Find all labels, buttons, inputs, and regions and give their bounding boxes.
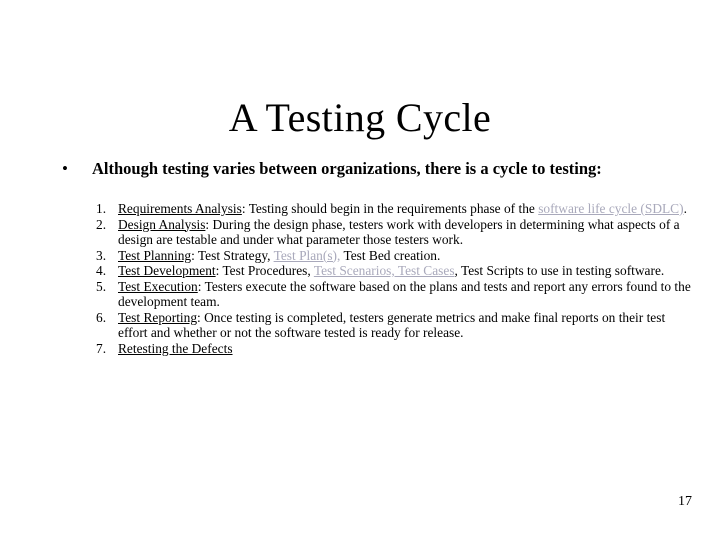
list-item-heading: Retesting the Defects bbox=[118, 340, 233, 356]
hyperlink[interactable]: Test Scenarios, Test Cases bbox=[314, 263, 455, 278]
list-item-separator: : bbox=[191, 247, 198, 263]
list-item-body: Requirements Analysis: Testing should be… bbox=[118, 201, 696, 217]
list-item: 3. Test Planning: Test Strategy, Test Pla… bbox=[96, 248, 696, 264]
list-item: 1. Requirements Analysis: Testing should … bbox=[96, 201, 696, 217]
list-item-heading: Requirements Analysis bbox=[118, 201, 242, 216]
list-item-number: 7. bbox=[96, 340, 107, 356]
list-item: 7. Retesting the Defects bbox=[96, 341, 696, 357]
list-item: 6. Test Reporting: Once testing is comple… bbox=[96, 310, 696, 341]
list-item-number: 3. bbox=[96, 247, 107, 263]
list-item-number: 1. bbox=[96, 201, 107, 216]
hyperlink[interactable]: Test Plan(s), bbox=[274, 248, 341, 263]
list-item-text-tail: Test Bed creation. bbox=[340, 247, 441, 263]
bullet-marker-icon: • bbox=[62, 159, 68, 178]
hyperlink[interactable]: software life cycle (SDLC) bbox=[538, 201, 683, 216]
list-item-number: 6. bbox=[96, 309, 107, 325]
list-item-text: Test Strategy, bbox=[197, 247, 274, 263]
bullet-line: • Although testing varies between organi… bbox=[58, 158, 680, 180]
list-item-body: Test Execution: Testers execute the soft… bbox=[118, 279, 696, 310]
list-item-text-tail: . bbox=[683, 201, 687, 216]
list-item: 5. Test Execution: Testers execute the so… bbox=[96, 279, 696, 310]
page-number: 17 bbox=[678, 494, 692, 509]
list-item-heading: Test Execution bbox=[118, 278, 198, 294]
list-item: 2. Design Analysis: During the design pha… bbox=[96, 217, 696, 248]
list-item-heading: Test Reporting bbox=[118, 309, 198, 325]
list-item-text-tail: , Test Scripts to use in testing softwar… bbox=[454, 263, 665, 278]
list-item-heading: Test Planning bbox=[118, 247, 192, 263]
list-item-heading: Design Analysis bbox=[118, 216, 206, 232]
presentation-slide: A Testing Cycle • Although testing varie… bbox=[0, 0, 720, 540]
list-item-body: Test Planning: Test Strategy, Test Plan(… bbox=[118, 248, 696, 264]
page-title: A Testing Cycle bbox=[228, 94, 492, 140]
list-item-separator: : bbox=[241, 201, 249, 216]
list-item-number: 4. bbox=[96, 263, 107, 278]
list-item-body: Test Reporting: Once testing is complete… bbox=[118, 310, 696, 341]
list-item-number: 5. bbox=[96, 278, 107, 294]
list-item-heading: Test Development bbox=[118, 263, 216, 278]
list-item-body: Design Analysis: During the design phase… bbox=[118, 217, 696, 248]
list-item: 4. Test Development: Test Procedures, Tes… bbox=[96, 263, 696, 279]
list-item-separator: : bbox=[205, 216, 213, 232]
list-item-text: Test Procedures, bbox=[222, 263, 314, 278]
testing-cycle-list: 1. Requirements Analysis: Testing should … bbox=[96, 201, 696, 356]
list-item-body: Test Development: Test Procedures, Test … bbox=[118, 263, 696, 279]
list-item-number: 2. bbox=[96, 216, 107, 232]
list-item-body: Retesting the Defects bbox=[118, 341, 696, 357]
bullet-line-text: Although testing varies between organiza… bbox=[92, 159, 602, 178]
list-item-text: Testing should begin in the requirements… bbox=[248, 201, 539, 216]
list-item-separator: : bbox=[197, 278, 205, 294]
list-item-text: Testers execute the software based on th… bbox=[118, 278, 691, 310]
